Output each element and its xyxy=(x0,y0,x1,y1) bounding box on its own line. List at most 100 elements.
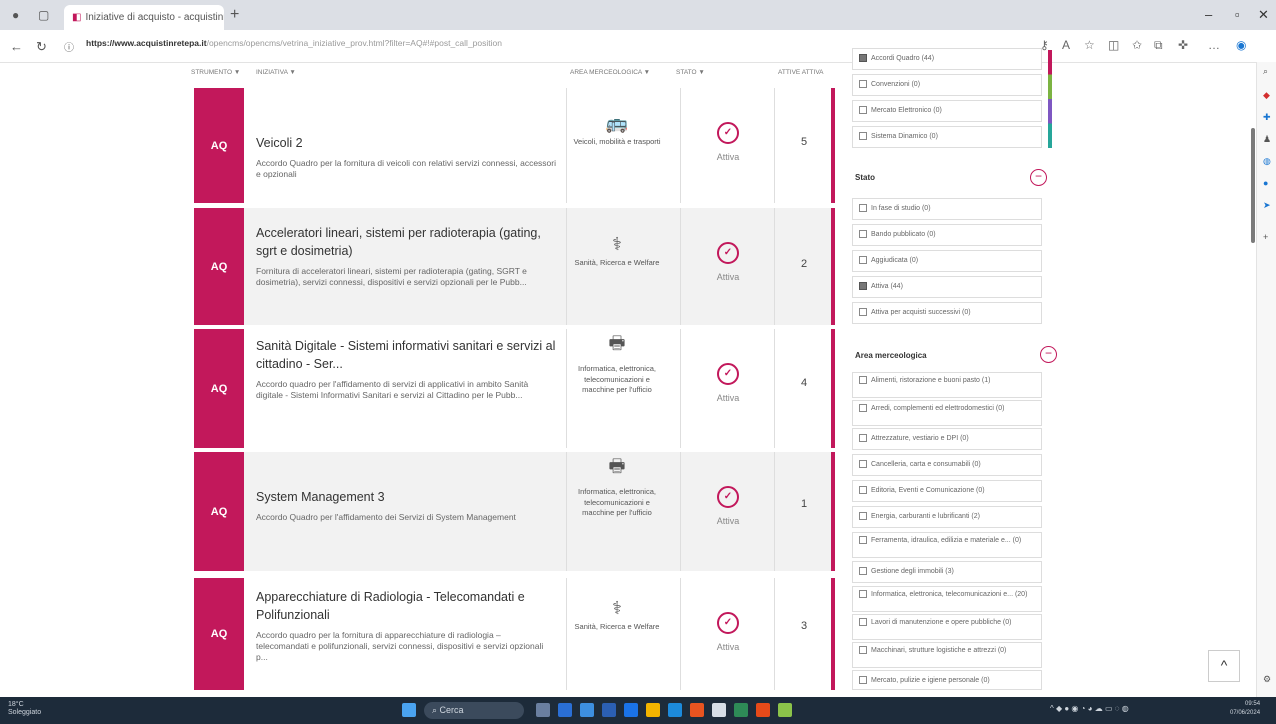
checkbox-icon[interactable] xyxy=(859,434,867,442)
filter-accordi-quadro[interactable]: Accordi Quadro (44) xyxy=(852,48,1042,70)
card-title[interactable]: System Management 3 xyxy=(256,488,556,506)
minimize-icon[interactable]: – xyxy=(1205,7,1212,22)
collapse-icon[interactable]: − xyxy=(1040,346,1057,363)
app-icon[interactable] xyxy=(558,703,572,717)
checkbox-icon[interactable] xyxy=(859,376,867,385)
maximize-icon[interactable]: ▫ xyxy=(1235,7,1240,22)
checkbox-icon[interactable] xyxy=(859,404,867,413)
filter-aggiudicata[interactable]: Aggiudicata (0) xyxy=(852,250,1042,272)
scroll-top-button[interactable]: ^ xyxy=(1208,650,1240,682)
header-strumento[interactable]: STRUMENTO ▼ xyxy=(191,69,240,76)
collections-icon[interactable]: ⧉ xyxy=(1154,38,1163,53)
app-icon[interactable] xyxy=(690,703,704,717)
checkbox-icon[interactable] xyxy=(859,536,867,545)
url-field[interactable]: https://www.acquistinretepa.it/opencms/o… xyxy=(86,38,786,48)
checkbox-icon[interactable] xyxy=(859,460,867,468)
page-scrollbar[interactable] xyxy=(1251,128,1255,243)
read-aloud-icon[interactable]: A xyxy=(1062,38,1070,52)
initiative-card[interactable]: AQ Acceleratori lineari, sistemi per rad… xyxy=(194,208,835,325)
app-icon[interactable] xyxy=(580,703,594,717)
outlook-icon[interactable]: ● xyxy=(1263,178,1268,188)
app-icon[interactable] xyxy=(778,703,792,717)
more-icon[interactable]: … xyxy=(1208,38,1220,52)
start-icon[interactable] xyxy=(402,703,416,717)
card-title[interactable]: Veicoli 2 xyxy=(256,134,556,152)
filter-attiva[interactable]: Attiva (44) xyxy=(852,276,1042,298)
header-stato[interactable]: STATO ▼ xyxy=(676,69,705,76)
collapse-icon[interactable]: − xyxy=(1030,169,1047,186)
filter-area-item[interactable]: Energia, carburanti e lubrificanti (2) xyxy=(852,506,1042,528)
filter-bando-pubblicato[interactable]: Bando pubblicato (0) xyxy=(852,224,1042,246)
favorite-icon[interactable]: ☆ xyxy=(1084,38,1095,52)
favorites-icon[interactable]: ✩ xyxy=(1132,38,1142,52)
send-icon[interactable]: ➤ xyxy=(1263,200,1271,211)
filter-area-item[interactable]: Alimenti, ristorazione e buoni pasto (1) xyxy=(852,372,1042,398)
file-explorer-icon[interactable] xyxy=(646,703,660,717)
search-icon[interactable]: ⌕ xyxy=(1263,66,1268,77)
office-icon[interactable]: ◍ xyxy=(1263,156,1271,167)
filter-area-item[interactable]: Mercato, pulizie e igiene personale (0) xyxy=(852,670,1042,690)
card-title[interactable]: Sanità Digitale - Sistemi informativi sa… xyxy=(256,337,556,373)
edge-icon[interactable] xyxy=(668,703,682,717)
checkbox-checked-icon[interactable] xyxy=(859,282,867,290)
filter-area-item[interactable]: Gestione degli immobili (3) xyxy=(852,561,1042,583)
filter-convenzioni[interactable]: Convenzioni (0) xyxy=(852,74,1042,96)
taskbar-search[interactable]: ⌕ Cerca xyxy=(424,702,524,719)
checkbox-icon[interactable] xyxy=(859,308,867,316)
checkbox-icon[interactable] xyxy=(859,676,867,684)
filter-area-item[interactable]: Arredi, complementi ed elettrodomestici … xyxy=(852,400,1042,426)
filter-area-item[interactable]: Lavori di manutenzione e opere pubbliche… xyxy=(852,614,1042,640)
app-icon[interactable] xyxy=(734,703,748,717)
checkbox-icon[interactable] xyxy=(859,512,867,520)
filter-in-fase-di-studio[interactable]: In fase di studio (0) xyxy=(852,198,1042,220)
profile-icon[interactable]: ● xyxy=(12,8,19,22)
filter-area-item[interactable]: Cancelleria, carta e consumabili (0) xyxy=(852,454,1042,476)
app-icon[interactable] xyxy=(712,703,726,717)
split-screen-icon[interactable]: ◫ xyxy=(1108,38,1119,52)
initiative-card[interactable]: AQ System Management 3 Accordo Quadro pe… xyxy=(194,452,835,571)
checkbox-icon[interactable] xyxy=(859,230,867,238)
sidebar-settings-icon[interactable]: ⚙ xyxy=(1263,674,1271,685)
task-view-icon[interactable] xyxy=(536,703,550,717)
checkbox-icon[interactable] xyxy=(859,567,867,575)
app-icon[interactable] xyxy=(602,703,616,717)
games-icon[interactable]: ♟ xyxy=(1263,134,1271,145)
filter-area-item[interactable]: Attrezzature, vestiario e DPI (0) xyxy=(852,428,1042,450)
system-tray-icons[interactable]: ^ ◆ ● ◉ ◔ ◕ ☁ ▭ ◌ ◍ xyxy=(1050,704,1129,713)
checkbox-checked-icon[interactable] xyxy=(859,54,867,62)
header-iniziativa[interactable]: INIZIATIVA ▼ xyxy=(256,69,296,76)
refresh-icon[interactable]: ↻ xyxy=(36,39,47,55)
copilot-icon[interactable]: ◉ xyxy=(1236,38,1246,52)
new-tab-button[interactable]: + xyxy=(230,6,239,24)
app-icon[interactable] xyxy=(624,703,638,717)
filter-area-item[interactable]: Macchinari, strutture logistiche e attre… xyxy=(852,642,1042,668)
header-area[interactable]: AREA MERCEOLOGICA ▼ xyxy=(570,69,650,76)
workspaces-icon[interactable]: ▢ xyxy=(38,8,49,22)
shopping-icon[interactable]: ◆ xyxy=(1263,90,1270,101)
initiative-card[interactable]: AQ Sanità Digitale - Sistemi informativi… xyxy=(194,329,835,448)
initiative-card[interactable]: AQ Apparecchiature di Radiologia - Telec… xyxy=(194,578,835,690)
initiative-card[interactable]: AQ Veicoli 2 Accordo Quadro per la forni… xyxy=(194,88,835,203)
filter-area-item[interactable]: Ferramenta, idraulica, edilizia e materi… xyxy=(852,532,1042,558)
filter-area-item[interactable]: Editoria, Eventi e Comunicazione (0) xyxy=(852,480,1042,502)
card-title[interactable]: Apparecchiature di Radiologia - Telecoma… xyxy=(256,588,556,624)
browser-tab[interactable]: ◧ Iniziative di acquisto - acquistinrete… xyxy=(64,5,224,30)
checkbox-icon[interactable] xyxy=(859,106,867,114)
close-window-icon[interactable]: ✕ xyxy=(1258,7,1269,23)
back-icon[interactable]: ← xyxy=(10,39,23,54)
site-info-icon[interactable]: ⓘ xyxy=(64,39,74,54)
tools-icon[interactable]: ✚ xyxy=(1263,112,1271,123)
checkbox-icon[interactable] xyxy=(859,618,867,627)
filter-sistema-dinamico[interactable]: Sistema Dinamico (0) xyxy=(852,126,1042,148)
weather-widget[interactable]: 18°C Soleggiato xyxy=(8,701,41,717)
filter-mercato-elettronico[interactable]: Mercato Elettronico (0) xyxy=(852,100,1042,122)
checkbox-icon[interactable] xyxy=(859,646,867,655)
checkbox-icon[interactable] xyxy=(859,204,867,212)
card-title[interactable]: Acceleratori lineari, sistemi per radiot… xyxy=(256,224,556,260)
checkbox-icon[interactable] xyxy=(859,486,867,494)
add-icon[interactable]: + xyxy=(1263,232,1268,242)
checkbox-icon[interactable] xyxy=(859,132,867,140)
app-icon[interactable] xyxy=(756,703,770,717)
checkbox-icon[interactable] xyxy=(859,256,867,264)
filter-attiva-acquisti-successivi[interactable]: Attiva per acquisti successivi (0) xyxy=(852,302,1042,324)
